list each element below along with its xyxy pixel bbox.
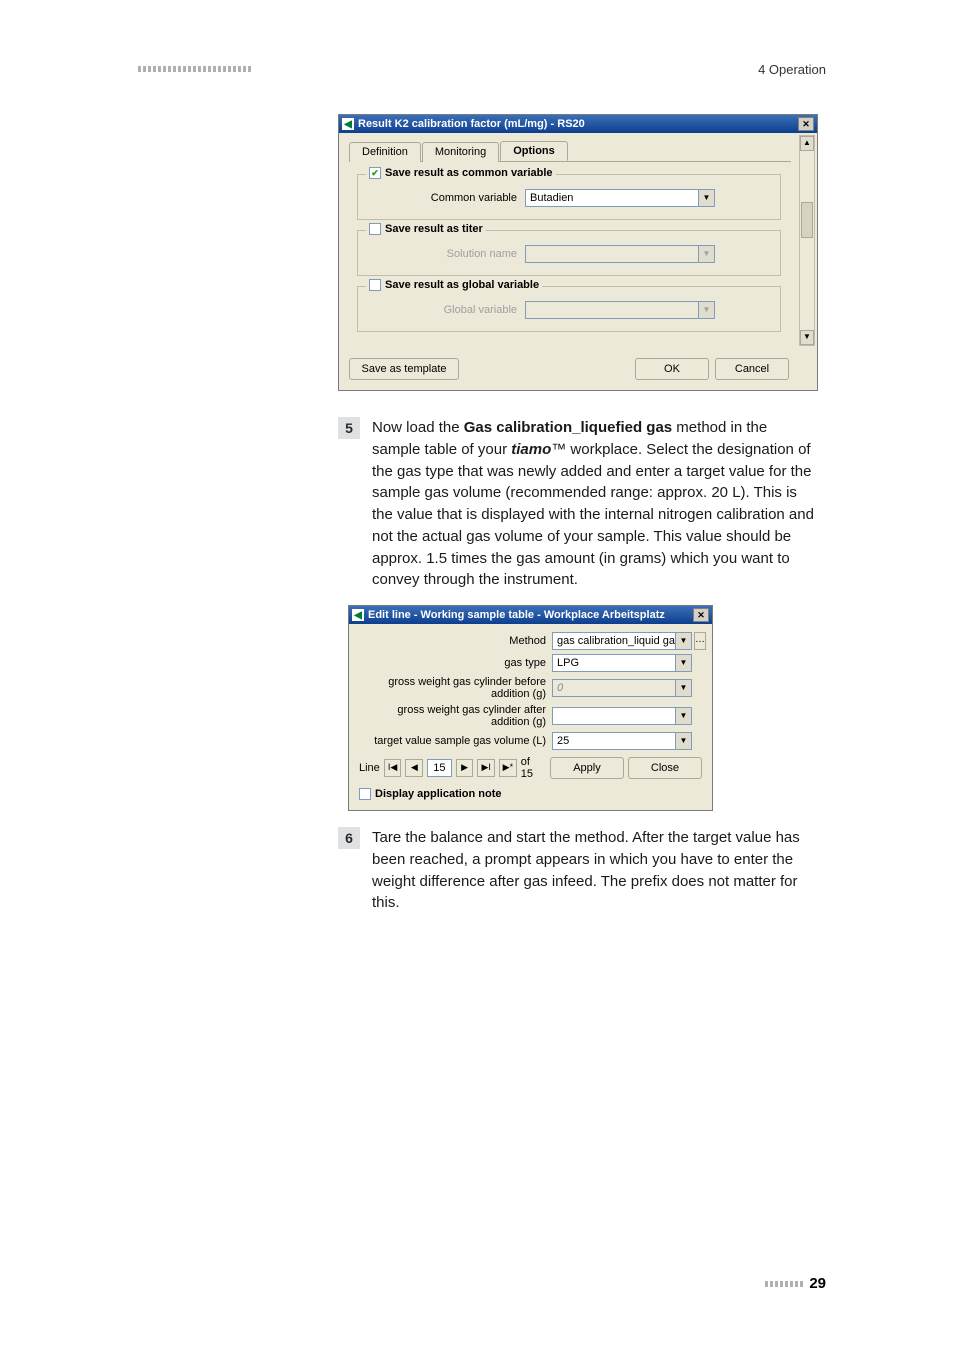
cancel-button[interactable]: Cancel — [715, 358, 789, 380]
footer-decoration — [765, 1281, 803, 1287]
chevron-down-icon: ▼ — [675, 680, 691, 696]
solution-name-combo: ▼ — [525, 245, 715, 263]
row-method: Method gas calibration_liquid gas ▼ … — [359, 632, 702, 650]
header-decoration — [138, 66, 251, 72]
first-record-icon[interactable]: I◀ — [384, 759, 402, 777]
dialog-titlebar[interactable]: ◀ Result K2 calibration factor (mL/mg) -… — [339, 115, 817, 133]
close-icon[interactable]: ✕ — [798, 117, 814, 131]
weight-before-field: 0 ▼ — [552, 679, 692, 697]
gas-type-label: gas type — [359, 657, 552, 669]
dialog-title: Edit line - Working sample table - Workp… — [368, 609, 693, 621]
dialog-title: Result K2 calibration factor (mL/mg) - R… — [358, 118, 798, 130]
method-combo[interactable]: gas calibration_liquid gas ▼ — [552, 632, 692, 650]
chevron-down-icon[interactable]: ▼ — [675, 633, 691, 649]
checkbox-global-variable[interactable] — [369, 279, 381, 291]
weight-before-label: gross weight gas cylinder before additio… — [359, 676, 552, 700]
display-application-note[interactable]: Display application note — [359, 788, 702, 800]
save-as-template-button[interactable]: Save as template — [349, 358, 459, 380]
dialog-titlebar[interactable]: ◀ Edit line - Working sample table - Wor… — [349, 606, 712, 624]
checkbox-titer[interactable] — [369, 223, 381, 235]
checkbox-app-note[interactable] — [359, 788, 371, 800]
next-record-icon[interactable]: ▶ — [456, 759, 474, 777]
current-line-field[interactable]: 15 — [427, 759, 452, 777]
gas-type-combo[interactable]: LPG ▼ — [552, 654, 692, 672]
chevron-down-icon[interactable]: ▼ — [675, 733, 691, 749]
close-button[interactable]: Close — [628, 757, 702, 779]
scroll-thumb[interactable] — [801, 202, 813, 238]
row-target-volume: target value sample gas volume (L) 25 ▼ — [359, 732, 702, 750]
combo-value: Butadien — [526, 192, 698, 204]
solution-name-label: Solution name — [370, 248, 525, 260]
new-record-icon[interactable]: ▶* — [499, 759, 517, 777]
result-k2-dialog: ◀ Result K2 calibration factor (mL/mg) -… — [338, 114, 818, 391]
prev-record-icon[interactable]: ◀ — [405, 759, 423, 777]
apply-button[interactable]: Apply — [550, 757, 624, 779]
close-icon[interactable]: ✕ — [693, 608, 709, 622]
target-volume-label: target value sample gas volume (L) — [359, 735, 552, 747]
line-navigation: Line I◀ ◀ 15 ▶ ▶I ▶* of 15 Apply Close — [359, 756, 702, 780]
page-section-title: 4 Operation — [758, 62, 826, 77]
scroll-up-icon[interactable]: ▲ — [800, 136, 814, 151]
combo-value: LPG — [553, 657, 675, 669]
browse-button[interactable]: … — [694, 632, 706, 650]
vertical-scrollbar[interactable]: ▲ ▼ — [799, 135, 815, 346]
line-label: Line — [359, 762, 380, 774]
row-weight-after: gross weight gas cylinder after addition… — [359, 704, 702, 728]
common-variable-combo[interactable]: Butadien ▼ — [525, 189, 715, 207]
step-number: 5 — [338, 417, 360, 439]
tab-definition[interactable]: Definition — [349, 142, 421, 162]
edit-line-dialog: ◀ Edit line - Working sample table - Wor… — [348, 605, 713, 811]
chevron-down-icon[interactable]: ▼ — [675, 655, 691, 671]
group-save-titer: Save result as titer Solution name ▼ — [357, 230, 781, 276]
combo-value: gas calibration_liquid gas — [553, 635, 675, 647]
ok-button[interactable]: OK — [635, 358, 709, 380]
app-icon: ◀ — [352, 609, 364, 621]
row-gas-type: gas type LPG ▼ — [359, 654, 702, 672]
global-variable-label: Global variable — [370, 304, 525, 316]
chevron-down-icon[interactable]: ▼ — [675, 708, 691, 724]
row-weight-before: gross weight gas cylinder before additio… — [359, 676, 702, 700]
chevron-down-icon: ▼ — [698, 302, 714, 318]
target-volume-field[interactable]: 25 ▼ — [552, 732, 692, 750]
page-number: 29 — [809, 1275, 826, 1292]
checkbox-common-variable[interactable]: ✔ — [369, 167, 381, 179]
weight-after-label: gross weight gas cylinder after addition… — [359, 704, 552, 728]
step-text: Now load the Gas calibration_liquefied g… — [372, 417, 818, 591]
common-variable-label: Common variable — [370, 192, 525, 204]
last-record-icon[interactable]: ▶I — [477, 759, 495, 777]
step-5: 5 Now load the Gas calibration_liquefied… — [338, 417, 818, 591]
step-text: Tare the balance and start the method. A… — [372, 827, 818, 914]
step-6: 6 Tare the balance and start the method.… — [338, 827, 818, 914]
group-save-common-variable: ✔ Save result as common variable Common … — [357, 174, 781, 220]
tab-monitoring[interactable]: Monitoring — [422, 142, 499, 162]
weight-after-field[interactable]: ▼ — [552, 707, 692, 725]
group-legend: Save result as titer — [385, 223, 483, 235]
combo-value: 25 — [553, 735, 675, 747]
scroll-down-icon[interactable]: ▼ — [800, 330, 814, 345]
of-total-label: of 15 — [521, 756, 542, 780]
combo-value: 0 — [553, 682, 675, 694]
chevron-down-icon: ▼ — [698, 246, 714, 262]
group-legend: Save result as global variable — [385, 279, 539, 291]
app-icon: ◀ — [342, 118, 354, 130]
tab-bar: Definition Monitoring Options — [349, 141, 791, 162]
page-footer: 29 — [765, 1275, 826, 1292]
tab-options[interactable]: Options — [500, 141, 568, 161]
global-variable-combo: ▼ — [525, 301, 715, 319]
step-number: 6 — [338, 827, 360, 849]
method-label: Method — [359, 635, 552, 647]
app-note-label: Display application note — [375, 788, 502, 800]
group-legend: Save result as common variable — [385, 167, 553, 179]
chevron-down-icon[interactable]: ▼ — [698, 190, 714, 206]
group-save-global-variable: Save result as global variable Global va… — [357, 286, 781, 332]
